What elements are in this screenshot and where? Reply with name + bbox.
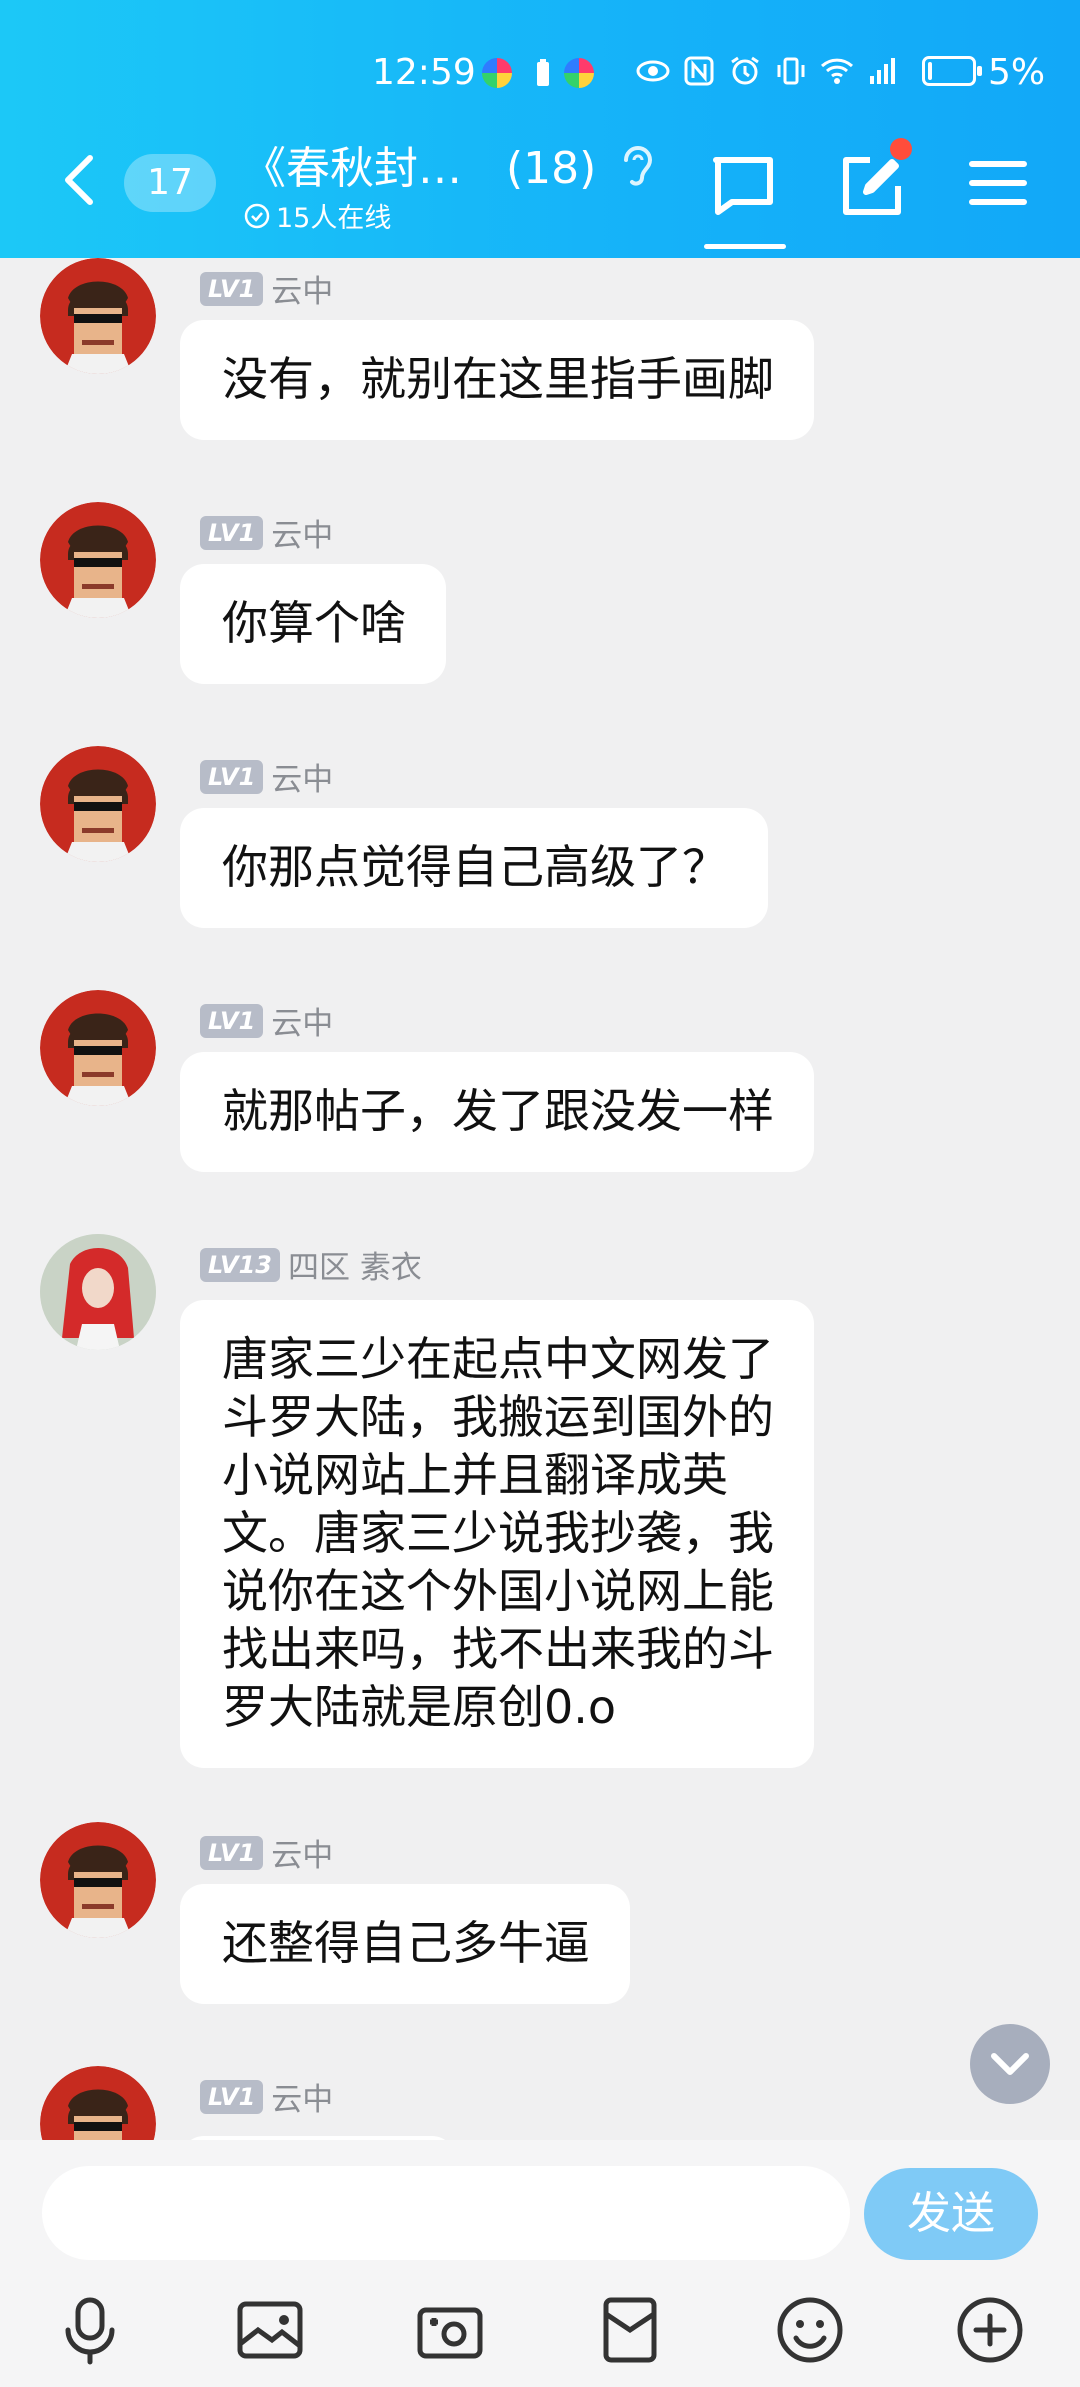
sender-name[interactable]: 云中 xyxy=(271,510,333,555)
status-icons xyxy=(636,54,900,88)
plus-icon[interactable] xyxy=(954,2294,1026,2366)
level-badge: LV1 xyxy=(200,515,264,550)
ear-icon[interactable] xyxy=(616,142,656,190)
message-list[interactable]: LV1 云中 没有，就别在这里指手画脚 LV1 云中 你算个啥 LV1 云中 你… xyxy=(0,258,1080,2140)
message-bubble[interactable]: 就那帖子，发了跟没发一样 xyxy=(180,1052,814,1172)
sender-name[interactable]: 云中 xyxy=(271,266,333,311)
sender-meta: LV1 云中 xyxy=(200,2074,333,2119)
message-bubble[interactable]: 你那点觉得自己高级了？ xyxy=(180,808,768,928)
sender-meta: LV1 云中 xyxy=(200,266,333,311)
level-badge: LV1 xyxy=(200,2079,264,2114)
message-bubble[interactable]: 你算个啥 xyxy=(180,564,446,684)
sender-meta: LV1 云中 xyxy=(200,754,333,799)
avatar[interactable] xyxy=(40,746,156,862)
sender-name[interactable]: 云中 xyxy=(271,754,333,799)
message-bubble[interactable]: 没有，就别在这里指手画脚 xyxy=(180,320,814,440)
composer: 发送 xyxy=(0,2140,1080,2387)
menu-icon[interactable] xyxy=(968,158,1028,208)
level-badge: LV1 xyxy=(200,1835,264,1870)
level-badge: LV1 xyxy=(200,1003,264,1038)
status-time: 12:59 xyxy=(372,52,476,93)
avatar-image xyxy=(40,2066,156,2140)
send-button[interactable]: 发送 xyxy=(864,2168,1038,2260)
avatar-image xyxy=(40,1234,156,1350)
camera-icon[interactable] xyxy=(414,2294,486,2366)
avatar-image xyxy=(40,746,156,862)
back-icon[interactable] xyxy=(56,150,102,210)
check-circle-icon xyxy=(244,203,270,228)
vibrate-icon xyxy=(777,57,805,85)
battery-icon xyxy=(922,56,982,86)
eye-icon xyxy=(636,60,670,82)
sender-meta: LV13 四区 素衣 xyxy=(200,1242,422,1287)
active-tab-indicator xyxy=(704,244,786,249)
message-bubble[interactable]: 唐家三少在起点中文网发了 斗罗大陆，我搬运到国外的 小说网站上并且翻译成英 文。… xyxy=(180,1300,814,1768)
level-badge: LV13 xyxy=(200,1247,280,1282)
wifi-icon xyxy=(820,58,854,84)
online-count: 15人在线 xyxy=(244,196,391,235)
avatar[interactable] xyxy=(40,2066,156,2140)
sender-name[interactable]: 云中 xyxy=(271,1830,333,1875)
sender-name[interactable]: 四区 素衣 xyxy=(288,1242,422,1287)
signal-icon xyxy=(870,58,895,84)
avatar-image xyxy=(40,1822,156,1938)
group-title[interactable]: 《春秋封… (18) xyxy=(242,132,596,196)
message-input[interactable] xyxy=(42,2166,850,2260)
battery-percent: 5% xyxy=(988,52,1046,93)
emoji-icon[interactable] xyxy=(774,2294,846,2366)
level-badge: LV1 xyxy=(200,271,264,306)
avatar[interactable] xyxy=(40,990,156,1106)
alarm-icon xyxy=(731,56,759,85)
message-bubble[interactable]: 还整得自己多牛逼 xyxy=(180,1884,630,2004)
nfc-icon xyxy=(684,56,714,86)
notification-dot xyxy=(890,138,912,160)
app-notification-icon-2 xyxy=(564,58,594,88)
avatar-image xyxy=(40,502,156,618)
red-packet-icon[interactable] xyxy=(594,2294,666,2366)
chat-header: 12:59 5% 17 《春秋封… (18) 15人在线 xyxy=(0,0,1080,258)
avatar[interactable] xyxy=(40,502,156,618)
avatar[interactable] xyxy=(40,1234,156,1350)
sender-name[interactable]: 云中 xyxy=(271,2074,333,2119)
unread-count-badge[interactable]: 17 xyxy=(124,154,216,212)
image-icon[interactable] xyxy=(234,2294,306,2366)
edit-icon[interactable] xyxy=(836,150,906,220)
sender-meta: LV1 云中 xyxy=(200,998,333,1043)
avatar-image xyxy=(40,990,156,1106)
microphone-icon[interactable] xyxy=(54,2294,126,2366)
sender-meta: LV1 云中 xyxy=(200,1830,333,1875)
chevron-down-icon xyxy=(991,2053,1029,2075)
battery-saver-icon xyxy=(537,59,549,86)
chat-icon[interactable] xyxy=(708,150,778,220)
scroll-to-bottom-button[interactable] xyxy=(970,2024,1050,2104)
avatar[interactable] xyxy=(40,1822,156,1938)
app-notification-icon xyxy=(482,58,512,88)
online-count-text: 15人在线 xyxy=(276,203,392,234)
avatar-image xyxy=(40,258,156,374)
avatar[interactable] xyxy=(40,258,156,374)
sender-name[interactable]: 云中 xyxy=(271,998,333,1043)
level-badge: LV1 xyxy=(200,759,264,794)
sender-meta: LV1 云中 xyxy=(200,510,333,555)
status-bar: 12:59 5% xyxy=(0,48,1080,98)
